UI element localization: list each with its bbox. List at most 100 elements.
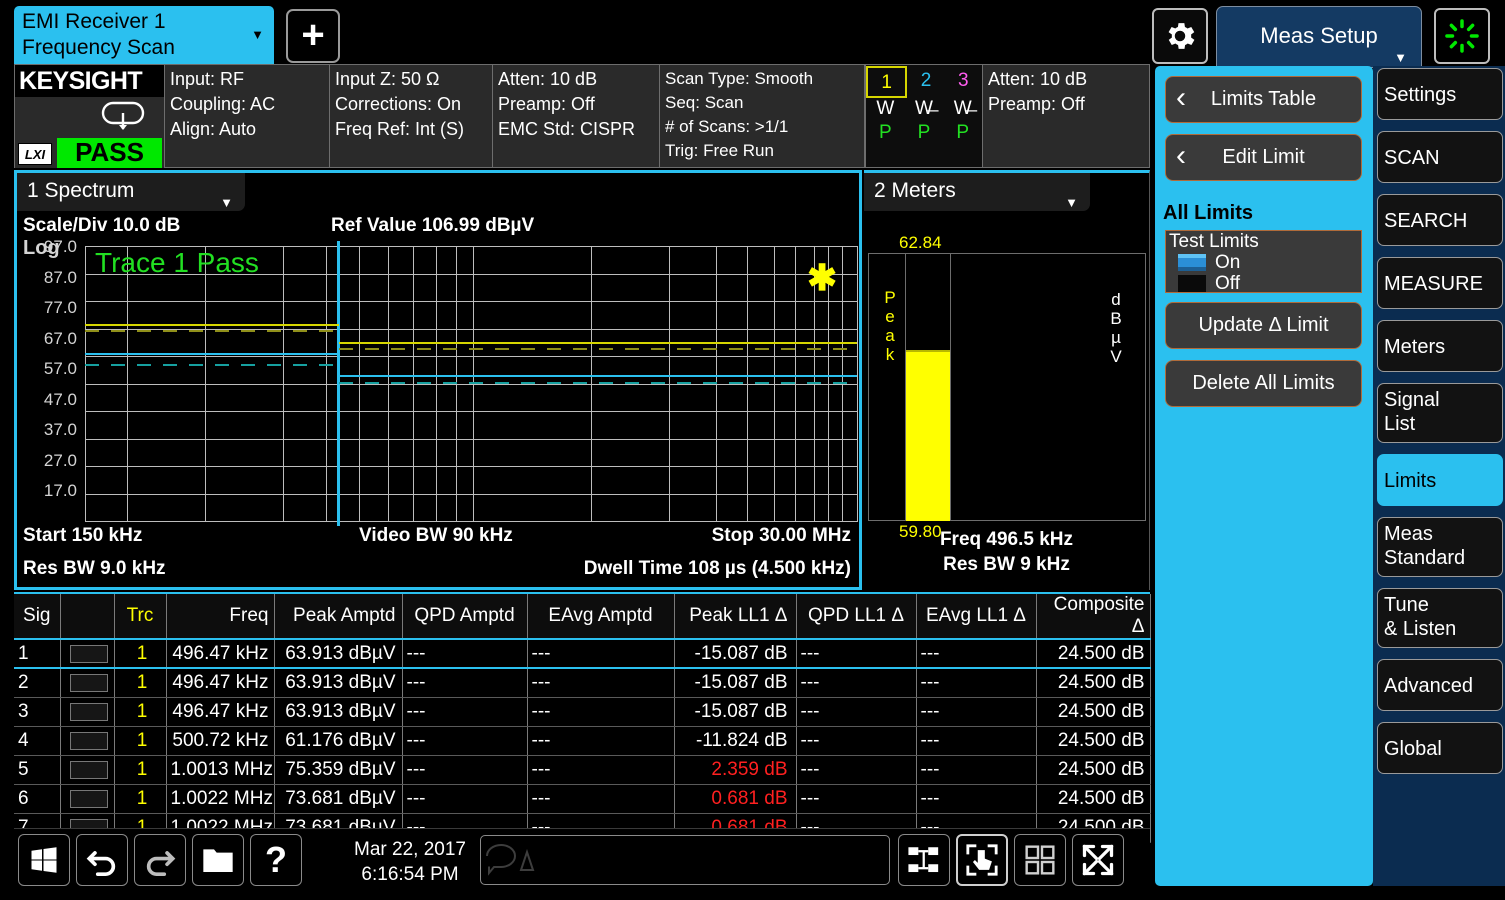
cell-eavg-ll1[interactable]: --- — [916, 784, 1036, 813]
row-marker-checkbox[interactable] — [70, 703, 108, 721]
cell-peak-ll1[interactable]: -15.087 dB — [674, 639, 796, 668]
cell-composite[interactable]: 24.500 dB — [1036, 784, 1150, 813]
mode-tab-emi-receiver[interactable]: EMI Receiver 1 Frequency Scan ▼ — [14, 6, 274, 64]
menu-item-scan[interactable]: SCAN — [1377, 131, 1503, 183]
col-header-qpd-ll1[interactable]: QPD LL1 Δ — [796, 594, 916, 639]
help-icon[interactable]: ? — [250, 834, 302, 886]
meter-res-bw-label[interactable]: Res BW 9 kHz — [864, 554, 1149, 576]
cell-qpd-ll1[interactable]: --- — [796, 668, 916, 697]
cell-freq[interactable]: 1.0013 MHz — [166, 755, 274, 784]
col-header-qpd-amptd[interactable]: QPD Amptd — [402, 594, 527, 639]
cell-qpd-amptd[interactable]: --- — [402, 697, 527, 726]
trace-2-number[interactable]: 2 — [907, 66, 944, 98]
cell-mark[interactable] — [60, 697, 114, 726]
cell-qpd-ll1[interactable]: --- — [796, 697, 916, 726]
delete-all-limits-button[interactable]: Delete All Limits — [1165, 360, 1362, 407]
cell-eavg-ll1[interactable]: --- — [916, 668, 1036, 697]
network-icon[interactable] — [898, 834, 950, 886]
row-marker-checkbox[interactable] — [70, 790, 108, 808]
add-mode-button[interactable]: + — [286, 9, 340, 63]
cell-qpd-amptd[interactable]: --- — [402, 726, 527, 755]
undo-icon[interactable] — [76, 834, 128, 886]
menu-item-tune-listen[interactable]: Tune& Listen — [1377, 588, 1503, 648]
spectrum-window[interactable]: 1 Spectrum ▼ Scale/Div 10.0 dB Ref Value… — [14, 170, 862, 590]
trace-3-number[interactable]: 3 — [945, 66, 982, 98]
test-limits-toggle-group[interactable]: Test Limits On Off — [1165, 230, 1362, 293]
cell-eavg-amptd[interactable]: --- — [527, 755, 674, 784]
col-header-freq[interactable]: Freq — [166, 594, 274, 639]
spectrum-window-tab[interactable]: 1 Spectrum ▼ — [17, 173, 245, 211]
cell-composite[interactable]: 24.500 dB — [1036, 639, 1150, 668]
meas-setup-tab[interactable]: Meas Setup ▼ — [1216, 6, 1422, 68]
video-bw-label[interactable]: Video BW 90 kHz — [359, 525, 513, 547]
cell-sig[interactable]: 3 — [14, 697, 60, 726]
table-row[interactable]: 511.0013 MHz75.359 dBµV------2.359 dB---… — [14, 755, 1150, 784]
test-limits-on-option[interactable]: On — [1166, 252, 1361, 273]
cell-peak-amptd[interactable]: 73.681 dBµV — [274, 784, 402, 813]
row-marker-checkbox[interactable] — [70, 674, 108, 692]
menu-item-meters[interactable]: Meters — [1377, 320, 1503, 372]
table-row[interactable]: 41500.72 kHz61.176 dBµV-------11.824 dB-… — [14, 726, 1150, 755]
meters-window-tab[interactable]: 2 Meters ▼ — [864, 173, 1090, 211]
cell-eavg-amptd[interactable]: --- — [527, 697, 674, 726]
cell-peak-amptd[interactable]: 63.913 dBµV — [274, 668, 402, 697]
cell-eavg-ll1[interactable]: --- — [916, 639, 1036, 668]
cell-eavg-ll1[interactable]: --- — [916, 697, 1036, 726]
spectrum-grid[interactable]: ✱ — [85, 246, 858, 521]
scale-per-div-label[interactable]: Scale/Div 10.0 dB — [23, 215, 180, 237]
folder-icon[interactable] — [192, 834, 244, 886]
cell-freq[interactable]: 496.47 kHz — [166, 668, 274, 697]
cell-trc[interactable]: 1 — [114, 697, 166, 726]
table-row[interactable]: 21496.47 kHz63.913 dBµV-------15.087 dB-… — [14, 668, 1150, 697]
cell-peak-amptd[interactable]: 61.176 dBµV — [274, 726, 402, 755]
menu-item-search[interactable]: SEARCH — [1377, 194, 1503, 246]
cell-freq[interactable]: 500.72 kHz — [166, 726, 274, 755]
cell-composite[interactable]: 24.500 dB — [1036, 726, 1150, 755]
cell-mark[interactable] — [60, 639, 114, 668]
cell-sig[interactable]: 6 — [14, 784, 60, 813]
trace-1-number[interactable]: 1 — [866, 66, 907, 98]
meter-freq-label[interactable]: Freq 496.5 kHz — [864, 529, 1149, 551]
cell-eavg-amptd[interactable]: --- — [527, 784, 674, 813]
menu-item-advanced[interactable]: Advanced — [1377, 659, 1503, 711]
stop-freq-label[interactable]: Stop 30.00 MHz — [712, 525, 851, 547]
cell-eavg-amptd[interactable]: --- — [527, 668, 674, 697]
cell-freq[interactable]: 1.0022 MHz — [166, 784, 274, 813]
dwell-time-label[interactable]: Dwell Time 108 µs (4.500 kHz) — [584, 558, 851, 580]
menu-item-limits[interactable]: Limits — [1377, 454, 1503, 506]
chevron-down-icon[interactable]: ▼ — [1065, 185, 1078, 221]
cell-freq[interactable]: 496.47 kHz — [166, 639, 274, 668]
col-header-composite[interactable]: Composite Δ — [1036, 594, 1150, 639]
col-header-trc[interactable]: Trc — [114, 594, 166, 639]
cell-mark[interactable] — [60, 668, 114, 697]
cell-eavg-ll1[interactable]: --- — [916, 755, 1036, 784]
trace-status-box[interactable]: 1 2 3 W W̶ W̶ P P P — [865, 65, 983, 167]
cell-peak-amptd[interactable]: 75.359 dBµV — [274, 755, 402, 784]
cell-peak-amptd[interactable]: 63.913 dBµV — [274, 639, 402, 668]
gear-icon[interactable] — [1152, 8, 1208, 64]
cell-trc[interactable]: 1 — [114, 726, 166, 755]
test-limits-off-option[interactable]: Off — [1166, 273, 1361, 294]
cell-freq[interactable]: 496.47 kHz — [166, 697, 274, 726]
chevron-down-icon[interactable]: ▼ — [251, 22, 264, 48]
res-bw-label[interactable]: Res BW 9.0 kHz — [23, 558, 166, 580]
row-marker-checkbox[interactable] — [70, 732, 108, 750]
cell-qpd-amptd[interactable]: --- — [402, 639, 527, 668]
col-header-mark[interactable] — [60, 594, 114, 639]
meters-window[interactable]: 2 Meters ▼ 62.84 Peak dBµV 59.80 Freq 49… — [864, 170, 1150, 590]
table-row[interactable]: 31496.47 kHz63.913 dBµV-------15.087 dB-… — [14, 697, 1150, 726]
cell-composite[interactable]: 24.500 dB — [1036, 697, 1150, 726]
cell-sig[interactable]: 4 — [14, 726, 60, 755]
row-marker-checkbox[interactable] — [70, 645, 108, 663]
menu-item-signal-list[interactable]: SignalList — [1377, 383, 1503, 443]
cell-sig[interactable]: 5 — [14, 755, 60, 784]
col-header-eavg-amptd[interactable]: EAvg Amptd — [527, 594, 674, 639]
col-header-sig[interactable]: Sig — [14, 594, 60, 639]
cell-trc[interactable]: 1 — [114, 639, 166, 668]
cell-mark[interactable] — [60, 726, 114, 755]
cell-peak-ll1[interactable]: -11.824 dB — [674, 726, 796, 755]
col-header-eavg-ll1[interactable]: EAvg LL1 Δ — [916, 594, 1036, 639]
grid-layout-icon[interactable] — [1014, 834, 1066, 886]
cell-qpd-amptd[interactable]: --- — [402, 755, 527, 784]
col-header-peak-amptd[interactable]: Peak Amptd — [274, 594, 402, 639]
